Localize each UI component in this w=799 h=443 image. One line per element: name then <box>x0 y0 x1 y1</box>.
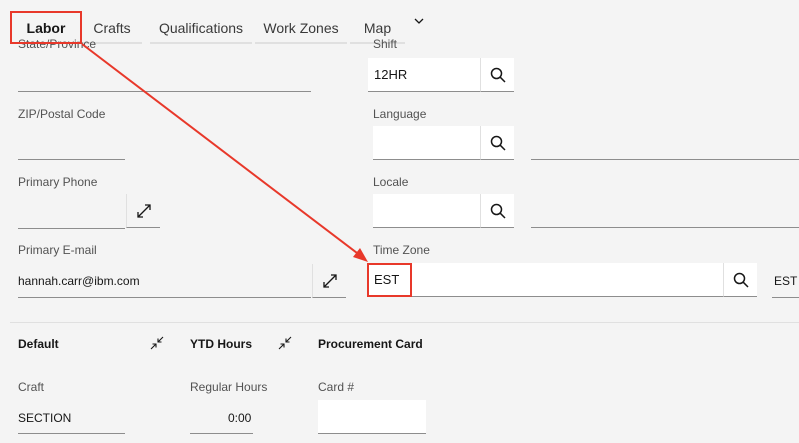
tab-bar: Labor Crafts Qualifications Work Zones M… <box>0 0 799 44</box>
phone-input[interactable] <box>18 228 125 229</box>
craft-input[interactable] <box>18 433 125 434</box>
craft-value[interactable]: SECTION <box>18 411 71 425</box>
zip-label: ZIP/Postal Code <box>18 107 106 121</box>
language-input[interactable] <box>373 126 480 160</box>
tab-labor-label: Labor <box>26 20 66 36</box>
shift-search-button[interactable] <box>480 58 514 92</box>
tab-crafts-label: Crafts <box>93 20 131 36</box>
search-icon <box>733 272 749 288</box>
default-section-title: Default <box>18 337 59 351</box>
phone-label: Primary Phone <box>18 175 98 189</box>
craft-label: Craft <box>18 380 45 394</box>
shift-input[interactable]: 12HR <box>368 58 480 92</box>
card-number-label: Card # <box>318 380 355 394</box>
expand-icon <box>136 203 151 218</box>
regular-hours-value: 0:00 <box>228 411 252 425</box>
default-collapse-button[interactable] <box>148 334 166 352</box>
collapse-icon <box>150 336 164 350</box>
search-icon <box>490 203 506 219</box>
collapse-icon <box>278 336 292 350</box>
tab-qualifications[interactable]: Qualifications <box>150 8 252 44</box>
language-search-button[interactable] <box>480 126 514 160</box>
email-input[interactable] <box>18 297 311 298</box>
locale-description <box>531 227 799 228</box>
regular-hours-field <box>190 433 253 434</box>
language-description <box>531 159 799 160</box>
email-value[interactable]: hannah.carr@ibm.com <box>18 274 140 288</box>
tab-work-zones[interactable]: Work Zones <box>255 8 347 44</box>
email-expand-button[interactable] <box>312 264 346 298</box>
search-icon <box>490 67 506 83</box>
language-label: Language <box>373 107 427 121</box>
expand-icon <box>322 273 337 288</box>
timezone-label: Time Zone <box>373 243 430 257</box>
section-divider <box>10 322 799 323</box>
regular-hours-label: Regular Hours <box>190 380 268 394</box>
phone-expand-button[interactable] <box>126 194 160 228</box>
tab-work-zones-label: Work Zones <box>263 20 339 36</box>
tab-qualifications-label: Qualifications <box>158 20 244 36</box>
locale-input[interactable] <box>373 194 480 228</box>
timezone-value: EST <box>374 272 400 287</box>
ytd-collapse-button[interactable] <box>276 334 294 352</box>
timezone-search-button[interactable] <box>723 263 757 297</box>
zip-input[interactable] <box>18 159 125 160</box>
shift-value: 12HR <box>374 67 408 82</box>
state-input[interactable] <box>18 91 311 92</box>
chevron-down-icon[interactable] <box>412 14 426 28</box>
timezone-description: EST ( <box>774 274 799 288</box>
timezone-input[interactable]: EST <box>368 263 723 297</box>
locale-search-button[interactable] <box>480 194 514 228</box>
state-label: State/Province <box>18 37 97 51</box>
tab-map-label: Map <box>363 20 392 36</box>
card-number-input[interactable] <box>318 400 426 434</box>
ytd-section-title: YTD Hours <box>190 337 253 351</box>
shift-label: Shift <box>373 37 398 51</box>
procurement-section-title: Procurement Card <box>318 337 423 351</box>
timezone-description-line <box>772 297 799 298</box>
search-icon <box>490 135 506 151</box>
email-label: Primary E-mail <box>18 243 97 257</box>
locale-label: Locale <box>373 175 409 189</box>
